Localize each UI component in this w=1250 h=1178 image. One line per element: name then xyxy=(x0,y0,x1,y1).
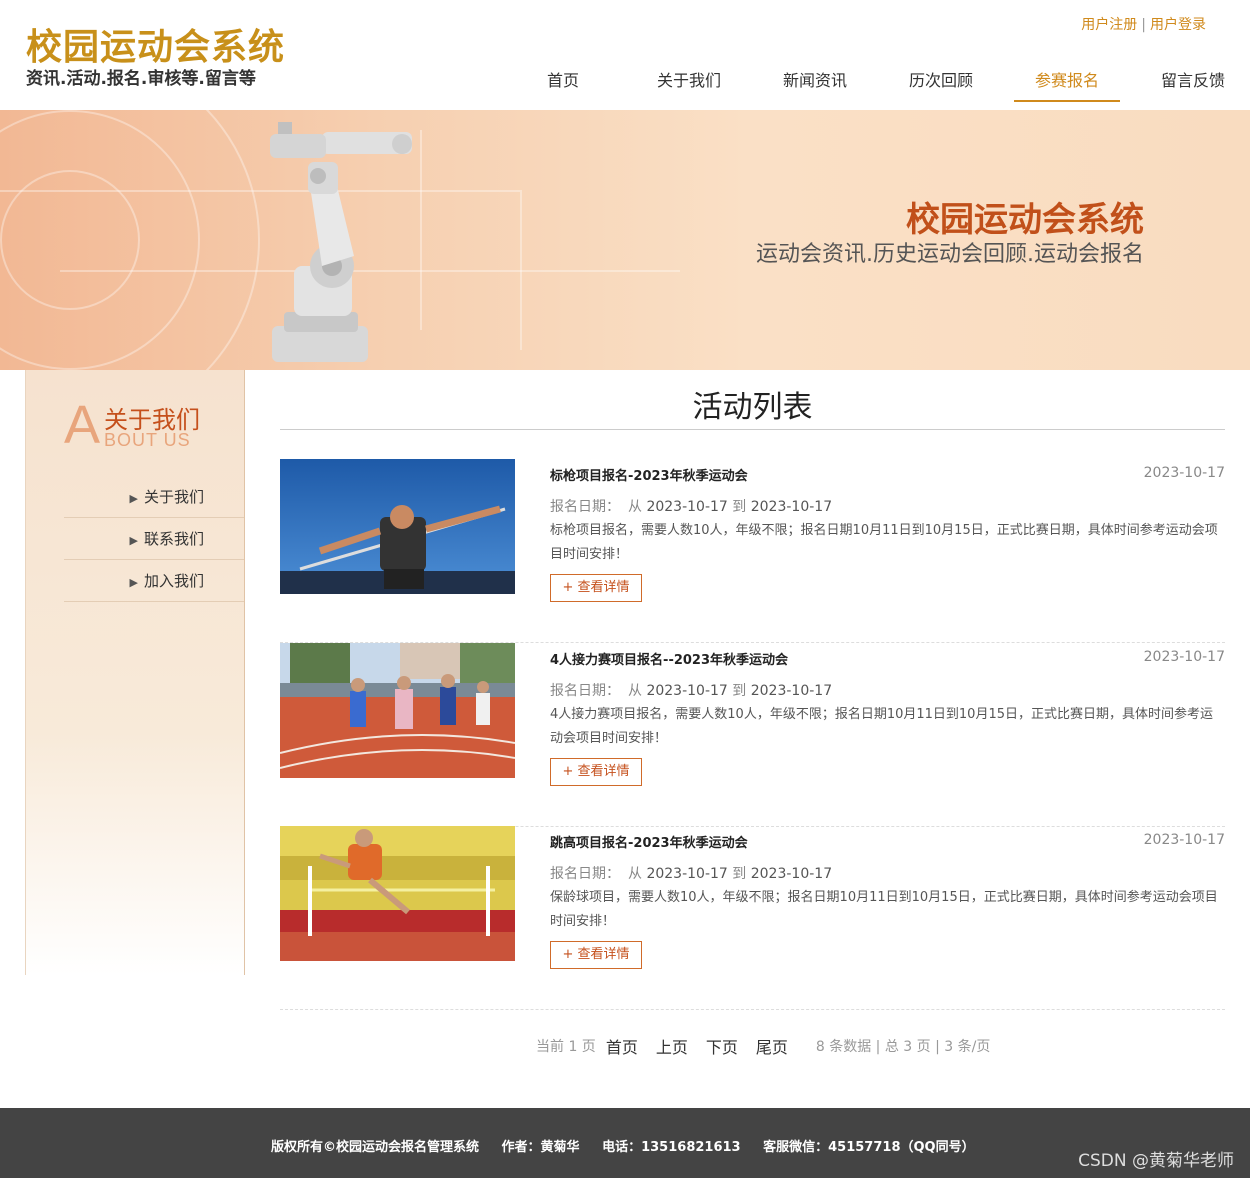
item-period: 报名日期： 从 2023-10-17 到 2023-10-17 xyxy=(550,863,832,883)
banner-deco-line xyxy=(520,190,522,350)
header: 校园运动会系统 资讯.活动.报名.审核等.留言等 用户注册 | 用户登录 首页 关于… xyxy=(0,0,1250,110)
chevron-right-icon: ▶ xyxy=(129,492,138,505)
item-description: 4人接力赛项目报名，需要人数10人，年级不限；报名日期10月11日到10月15日… xyxy=(550,707,1213,746)
chevron-right-icon: ▶ xyxy=(129,576,138,589)
main-content: 活动列表 标枪项目报名-2023年秋季运动会 2023-10-17 报名日期： 从… xyxy=(280,370,1225,1010)
sidebar: A 关于我们 BOUT US ▶ 关于我们 ▶ 联系我们 ▶ 加入我们 xyxy=(25,370,245,975)
site-title[interactable]: 校园运动会系统 xyxy=(26,18,285,70)
next-page-link[interactable]: 下页 xyxy=(706,1034,738,1058)
item-date: 2023-10-17 xyxy=(1143,649,1225,665)
item-period: 报名日期： 从 2023-10-17 到 2023-10-17 xyxy=(550,496,832,516)
sidebar-item-about[interactable]: ▶ 关于我们 xyxy=(64,476,244,518)
current-page: 当前 1 页 xyxy=(536,1039,596,1055)
period-start: 2023-10-17 xyxy=(646,499,728,515)
footer: 版权所有©校园运动会报名管理系统 作者：黄菊华 电话：13516821613 客… xyxy=(0,1108,1250,1178)
sidebar-letter: A xyxy=(64,395,101,455)
robot-arm-image xyxy=(270,122,412,362)
relay-image[interactable] xyxy=(280,643,515,778)
period-start: 2023-10-17 xyxy=(646,866,728,882)
period-end: 2023-10-17 xyxy=(750,866,833,882)
item-title[interactable]: 跳高项目报名-2023年秋季运动会 xyxy=(550,832,748,851)
list-item: 标枪项目报名-2023年秋季运动会 2023-10-17 报名日期： 从 2023… xyxy=(280,459,1225,643)
page-title: 活动列表 xyxy=(280,370,1225,430)
pagination: 当前 1 页 首页 上页 下页 尾页 8 条数据 | 总 3 页 | 3 条/页 xyxy=(536,1034,990,1058)
item-title[interactable]: 标枪项目报名-2023年秋季运动会 xyxy=(550,465,748,484)
chevron-right-icon: ▶ xyxy=(129,534,138,547)
sidebar-item-label: 关于我们 xyxy=(143,488,204,506)
sidebar-item-label: 联系我们 xyxy=(143,530,204,548)
register-link[interactable]: 用户注册 xyxy=(1081,17,1137,33)
period-label: 报名日期： xyxy=(550,866,620,882)
sidebar-title-en: BOUT US xyxy=(104,430,191,450)
from-word: 从 xyxy=(628,683,642,699)
item-date: 2023-10-17 xyxy=(1143,832,1225,848)
sidebar-heading: A 关于我们 BOUT US xyxy=(64,395,224,458)
top-links: 用户注册 | 用户登录 xyxy=(1081,14,1206,34)
high-jump-image[interactable] xyxy=(280,826,515,961)
banner-title: 校园运动会系统 xyxy=(906,200,1144,240)
prev-page-link[interactable]: 上页 xyxy=(656,1034,688,1058)
javelin-image[interactable] xyxy=(280,459,515,594)
watermark: CSDN @黄菊华老师 xyxy=(1078,1151,1234,1171)
banner-deco-line xyxy=(0,190,520,192)
item-date: 2023-10-17 xyxy=(1143,465,1225,481)
pagination-stats: 8 条数据 | 总 3 页 | 3 条/页 xyxy=(815,1039,991,1055)
footer-author: 作者：黄菊华 xyxy=(501,1140,580,1155)
footer-copyright: 版权所有©校园运动会报名管理系统 xyxy=(271,1140,480,1155)
nav-news[interactable]: 新闻资讯 xyxy=(752,60,878,102)
period-end: 2023-10-17 xyxy=(750,499,833,515)
footer-phone: 电话：13516821613 xyxy=(602,1140,741,1155)
nav-history[interactable]: 历次回顾 xyxy=(878,60,1004,102)
nav-home[interactable]: 首页 xyxy=(500,60,626,102)
separator: | xyxy=(1141,17,1146,33)
to-word: 到 xyxy=(732,683,747,699)
item-description: 标枪项目报名，需要人数10人，年级不限；报名日期10月11日到10月15日，正式… xyxy=(550,523,1218,562)
view-detail-button[interactable]: + 查看详情 xyxy=(550,758,642,786)
site-subtitle: 资讯.活动.报名.审核等.留言等 xyxy=(26,69,256,89)
login-link[interactable]: 用户登录 xyxy=(1150,17,1206,33)
nav-feedback[interactable]: 留言反馈 xyxy=(1130,60,1250,102)
period-label: 报名日期： xyxy=(550,499,620,515)
nav-signup[interactable]: 参赛报名 xyxy=(1004,60,1130,102)
sidebar-item-contact[interactable]: ▶ 联系我们 xyxy=(64,518,244,560)
period-start: 2023-10-17 xyxy=(646,683,728,699)
footer-info: 版权所有©校园运动会报名管理系统 作者：黄菊华 电话：13516821613 客… xyxy=(271,1136,993,1155)
item-title[interactable]: 4人接力赛项目报名--2023年秋季运动会 xyxy=(550,649,788,668)
sidebar-menu: ▶ 关于我们 ▶ 联系我们 ▶ 加入我们 xyxy=(64,476,244,602)
period-end: 2023-10-17 xyxy=(750,683,833,699)
sidebar-item-label: 加入我们 xyxy=(143,572,204,590)
item-period: 报名日期： 从 2023-10-17 到 2023-10-17 xyxy=(550,680,832,700)
nav-about[interactable]: 关于我们 xyxy=(626,60,752,102)
view-detail-button[interactable]: + 查看详情 xyxy=(550,574,642,602)
from-word: 从 xyxy=(628,499,642,515)
item-description: 保龄球项目，需要人数10人，年级不限；报名日期10月11日到10月15日，正式比… xyxy=(550,890,1218,929)
sidebar-item-join[interactable]: ▶ 加入我们 xyxy=(64,560,244,602)
first-page-link[interactable]: 首页 xyxy=(606,1034,638,1058)
list-item: 4人接力赛项目报名--2023年秋季运动会 2023-10-17 报名日期： 从 … xyxy=(280,643,1225,827)
period-label: 报名日期： xyxy=(550,683,620,699)
banner: 校园运动会系统 运动会资讯.历史运动会回顾.运动会报名 xyxy=(0,110,1250,370)
list-item: 跳高项目报名-2023年秋季运动会 2023-10-17 报名日期： 从 2023… xyxy=(280,826,1225,1010)
banner-subtitle: 运动会资讯.历史运动会回顾.运动会报名 xyxy=(756,242,1144,267)
to-word: 到 xyxy=(732,499,747,515)
to-word: 到 xyxy=(732,866,747,882)
view-detail-button[interactable]: + 查看详情 xyxy=(550,941,642,969)
from-word: 从 xyxy=(628,866,642,882)
main-nav: 首页 关于我们 新闻资讯 历次回顾 参赛报名 留言反馈 xyxy=(500,60,1250,104)
footer-wechat: 客服微信：45157718（QQ同号） xyxy=(763,1140,975,1155)
last-page-link[interactable]: 尾页 xyxy=(756,1034,788,1058)
